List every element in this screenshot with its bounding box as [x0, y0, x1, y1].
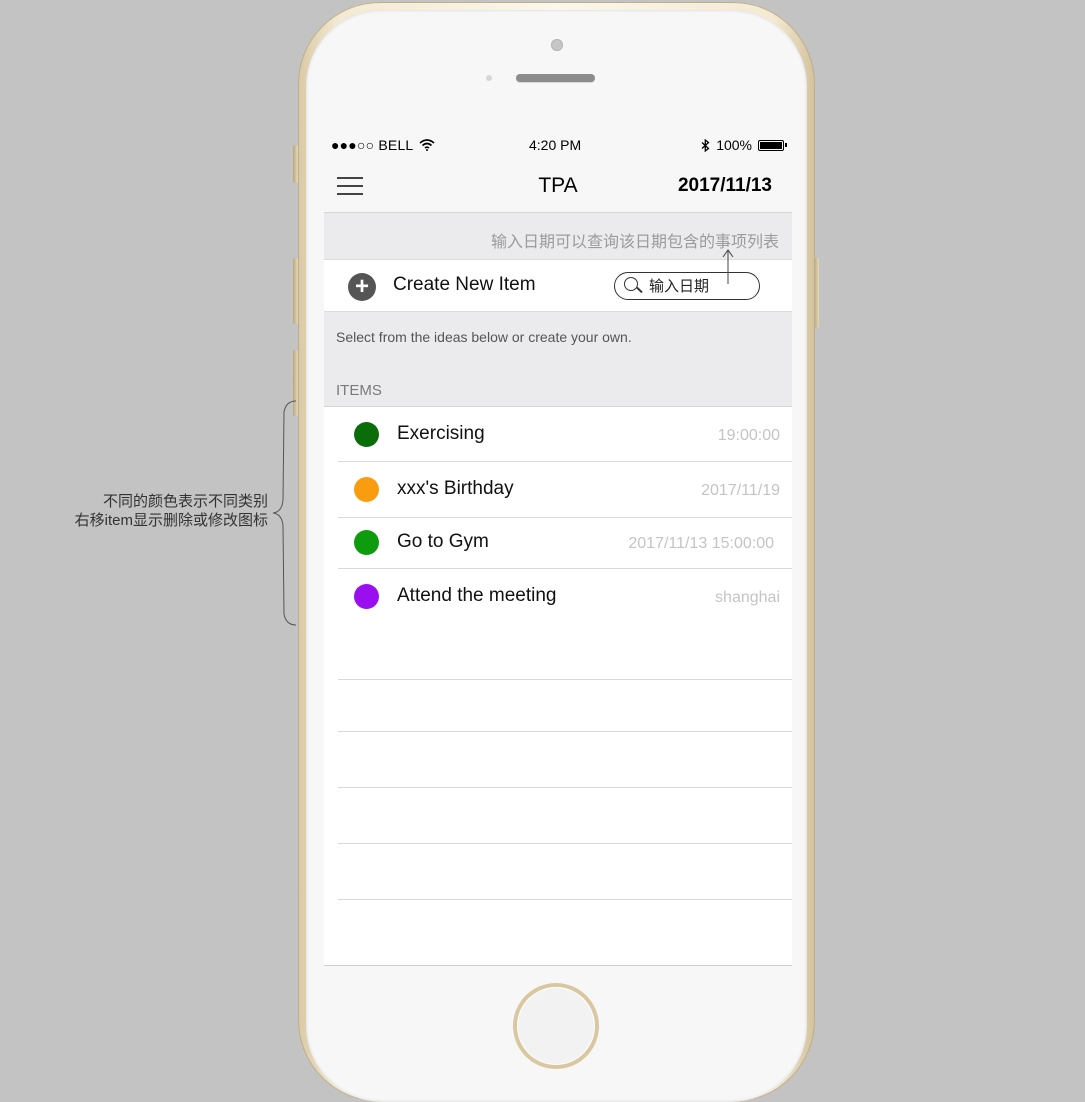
item-title: Go to Gym: [397, 531, 489, 552]
bluetooth-icon: [701, 138, 710, 152]
status-bar: ●●●○○ BELL 4:20 PM 100%: [324, 128, 792, 164]
power-button: [814, 258, 819, 328]
battery-status: 100%: [701, 137, 787, 153]
wifi-icon: [419, 139, 435, 151]
items-header: ITEMS: [336, 382, 382, 399]
section-header: Select from the ideas below or create yo…: [324, 312, 792, 406]
item-title: xxx's Birthday: [397, 478, 514, 499]
select-hint: Select from the ideas below or create yo…: [336, 329, 632, 345]
item-meta: 19:00:00: [717, 427, 780, 444]
battery-icon: [758, 139, 787, 151]
empty-row: [338, 624, 792, 680]
plus-icon[interactable]: +: [348, 273, 376, 301]
item-title: Attend the meeting: [397, 585, 557, 606]
status-time: 4:20 PM: [529, 137, 582, 153]
empty-row: [338, 844, 792, 900]
hint-arrow: [722, 249, 734, 284]
menu-icon[interactable]: [337, 177, 363, 195]
list-item-exercising[interactable]: Exercising 19:00:00: [338, 407, 792, 462]
proximity-sensor: [486, 75, 492, 81]
item-title: Exercising: [397, 423, 485, 444]
date-search-field[interactable]: [614, 272, 760, 300]
annotation-line-1: 不同的颜色表示不同类别: [102, 493, 268, 510]
list-item-birthday[interactable]: xxx's Birthday 2017/11/19: [338, 462, 792, 518]
empty-row: [338, 732, 792, 788]
battery-percent: 100%: [716, 137, 752, 153]
item-meta: 2017/11/19: [701, 482, 780, 499]
search-icon: [624, 277, 638, 291]
category-dot: [354, 530, 379, 555]
list-item-meeting[interactable]: Attend the meeting shanghai: [338, 569, 792, 625]
front-camera: [551, 39, 563, 51]
current-date[interactable]: 2017/11/13: [678, 175, 772, 197]
category-dot: [354, 422, 379, 447]
list-item-gym[interactable]: Go to Gym 2017/11/13 15:00:00: [338, 518, 792, 569]
annotation-line-2: 右移item显示删除或修改图标: [74, 512, 268, 529]
navigation-bar: TPA 2017/11/13: [324, 164, 792, 213]
volume-up-button: [293, 258, 298, 324]
silent-switch: [293, 145, 298, 183]
brace-bracket: [272, 400, 297, 626]
earpiece-speaker: [516, 74, 595, 82]
create-new-item-button[interactable]: Create New Item: [393, 274, 536, 296]
empty-rows: [324, 624, 792, 966]
screen-bottom-divider: [324, 965, 792, 966]
item-meta: 2017/11/13 15:00:00: [628, 535, 774, 552]
carrier-label: ●●●○○ BELL: [331, 137, 413, 153]
empty-row: [338, 680, 792, 732]
item-meta: shanghai: [715, 589, 780, 606]
category-dot: [354, 584, 379, 609]
annotation-note: 不同的颜色表示不同类别 右移item显示删除或修改图标: [20, 492, 268, 530]
empty-row: [338, 788, 792, 844]
home-button[interactable]: [513, 983, 599, 1069]
item-list: Exercising 19:00:00 xxx's Birthday 2017/…: [324, 406, 792, 625]
carrier-info: ●●●○○ BELL: [331, 137, 435, 153]
category-dot: [354, 477, 379, 502]
